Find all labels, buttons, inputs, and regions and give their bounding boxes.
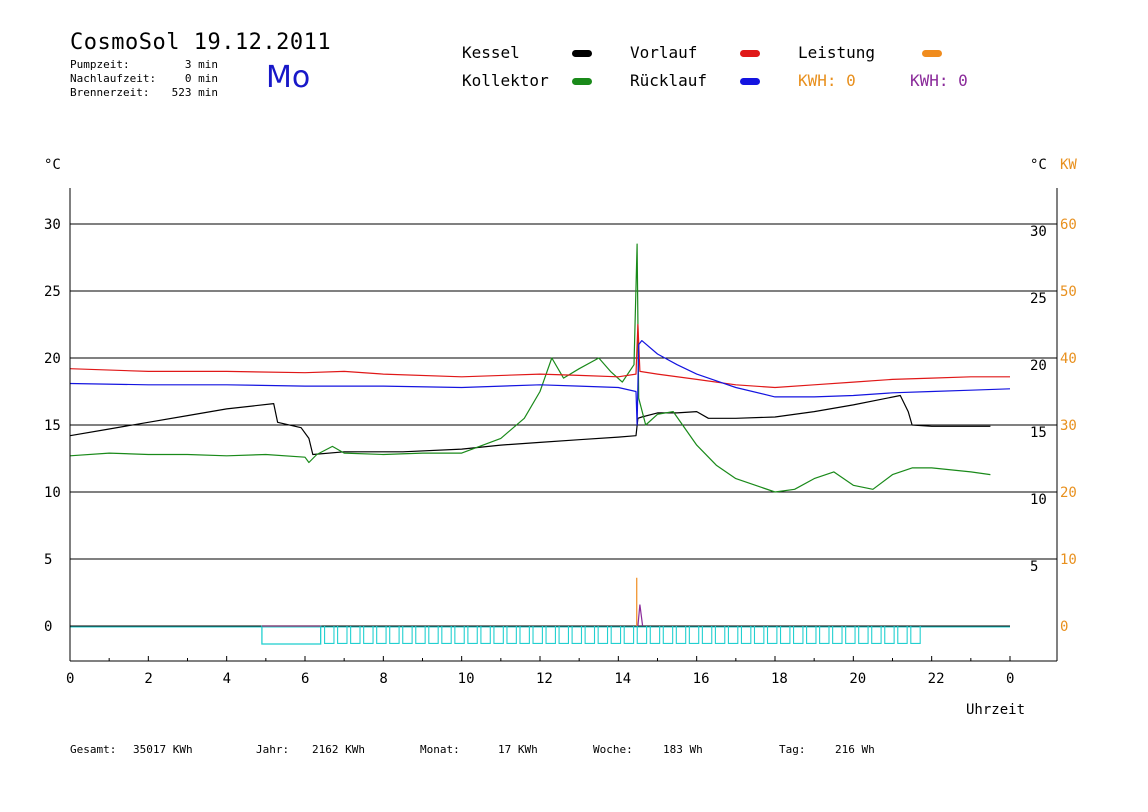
burner-cycle-28 bbox=[688, 626, 700, 644]
y-tick-label-left-15: 15 bbox=[44, 418, 61, 434]
burner-cycle-3 bbox=[363, 626, 374, 644]
burner-cycle-43 bbox=[884, 626, 895, 644]
burner-cycle-36 bbox=[793, 626, 804, 644]
total-label-monat: Monat: bbox=[420, 743, 460, 756]
burner-cycle-15 bbox=[519, 626, 530, 644]
total-value-gesamt: 35017 KWh bbox=[133, 743, 193, 756]
axis-layer: 0 05 5 1010 10 2015 15 3020 20 4025 25 5030 30 600 2 4 6… bbox=[44, 188, 1077, 687]
temperature-chart: 0 05 5 1010 10 2015 15 3020 20 4025 25 5030 30 600 2 4 6… bbox=[44, 188, 1077, 687]
y-tick-label-left-5: 5 bbox=[44, 552, 52, 568]
y-tick-label-left-10: 10 bbox=[44, 485, 61, 501]
burner-cycle-30 bbox=[714, 626, 726, 644]
burner-cycle-40 bbox=[845, 626, 856, 644]
x-tick-label-2: 4 bbox=[223, 671, 231, 687]
burner-cycle-35 bbox=[779, 626, 791, 644]
burner-cycle-11 bbox=[467, 626, 478, 644]
burner-cycle-14 bbox=[506, 626, 517, 644]
y-tick-label-left-25: 25 bbox=[44, 284, 61, 300]
burner-cycle-45 bbox=[910, 626, 921, 644]
burner-cycle-41 bbox=[858, 626, 869, 644]
burner-cycle-0 bbox=[324, 626, 335, 644]
burner-cycle-16 bbox=[532, 626, 543, 644]
burner-cycle-38 bbox=[819, 626, 830, 644]
burner-cycle-31 bbox=[727, 626, 739, 644]
x-tick-label-1: 2 bbox=[144, 671, 152, 687]
burner-cycle-25 bbox=[649, 626, 661, 644]
total-value-tag: 216 Wh bbox=[835, 743, 875, 756]
series-line-kollektor bbox=[69, 243, 991, 493]
x-tick-label-6: 12 bbox=[536, 671, 553, 687]
burner-cycle-24 bbox=[636, 626, 648, 644]
burner-cycle-21 bbox=[597, 626, 609, 644]
burner-cycle-44 bbox=[897, 626, 908, 644]
burner-cycle-32 bbox=[740, 626, 752, 644]
burner-cycle-2 bbox=[350, 626, 361, 644]
y-tick-label-right-25: 25 bbox=[1030, 291, 1047, 307]
burner-cycle-1 bbox=[337, 626, 348, 644]
series-line-vorlauf bbox=[69, 323, 1010, 389]
burner-cycle-5 bbox=[389, 626, 400, 644]
burner-cycle-12 bbox=[480, 626, 491, 644]
burner-cycle-18 bbox=[558, 626, 570, 644]
y-tick-label-right-20: 20 bbox=[1030, 358, 1047, 374]
x-tick-label-8: 16 bbox=[693, 671, 710, 687]
burner-cycle-17 bbox=[545, 626, 556, 644]
y-tick-label-left-20: 20 bbox=[44, 351, 61, 367]
x-tick-label-4: 8 bbox=[379, 671, 387, 687]
burner-cycle-22 bbox=[610, 626, 622, 644]
burner-cycle-9 bbox=[441, 626, 452, 644]
burner-cycle-20 bbox=[584, 626, 596, 644]
total-label-woche: Woche: bbox=[593, 743, 633, 756]
x-tick-label-11: 22 bbox=[928, 671, 945, 687]
total-label-jahr: Jahr: bbox=[256, 743, 290, 756]
series-line-rcklauf bbox=[69, 340, 1011, 426]
x-tick-label-9: 18 bbox=[771, 671, 788, 687]
total-value-monat: 17 KWh bbox=[498, 743, 538, 756]
x-tick-label-0: 0 bbox=[66, 671, 74, 687]
y-tick-label-left-30: 30 bbox=[44, 217, 61, 233]
x-tick-label-3: 6 bbox=[301, 671, 309, 687]
power-spike-purple bbox=[637, 604, 644, 627]
burner-cycle-10 bbox=[454, 626, 465, 644]
total-label-tag: Tag: bbox=[779, 743, 806, 756]
y2-power-tick-label-30: 30 bbox=[1060, 418, 1077, 434]
burner-cycle-4 bbox=[376, 626, 387, 644]
burner-cycle-8 bbox=[428, 626, 439, 644]
burner-cycle-19 bbox=[571, 626, 583, 644]
y-tick-label-right-10: 10 bbox=[1030, 492, 1047, 508]
burner-cycle-42 bbox=[871, 626, 882, 644]
burner-cycle-39 bbox=[832, 626, 843, 644]
x-tick-label-10: 20 bbox=[849, 671, 866, 687]
y2-power-tick-label-20: 20 bbox=[1060, 485, 1077, 501]
burner-cycle-37 bbox=[806, 626, 817, 644]
x-tick-label-5: 10 bbox=[458, 671, 475, 687]
total-value-woche: 183 Wh bbox=[663, 743, 703, 756]
burner-cycle-29 bbox=[701, 626, 713, 644]
y2-power-tick-label-50: 50 bbox=[1060, 284, 1077, 300]
x-tick-label-12: 0 bbox=[1006, 671, 1014, 687]
pump-layer bbox=[70, 625, 1010, 645]
y-tick-label-right-15: 15 bbox=[1030, 425, 1047, 441]
grid-layer bbox=[70, 223, 1057, 627]
burner-cycle-13 bbox=[493, 626, 504, 644]
series-layer bbox=[69, 243, 1011, 627]
y2-power-tick-label-0: 0 bbox=[1060, 619, 1068, 635]
y-tick-label-right-5: 5 bbox=[1030, 559, 1038, 575]
burner-cycle-6 bbox=[402, 626, 413, 644]
x-tick-label-7: 14 bbox=[614, 671, 631, 687]
burner-cycle-34 bbox=[766, 626, 778, 644]
burner-cycle-7 bbox=[415, 626, 426, 644]
burner-cycle-27 bbox=[675, 626, 687, 644]
burner-cycle-26 bbox=[662, 626, 674, 644]
total-value-jahr: 2162 KWh bbox=[312, 743, 365, 756]
y2-power-tick-label-40: 40 bbox=[1060, 351, 1077, 367]
burner-cycle-33 bbox=[753, 626, 765, 644]
y-tick-label-right-30: 30 bbox=[1030, 224, 1047, 240]
y2-power-tick-label-60: 60 bbox=[1060, 217, 1077, 233]
total-label-gesamt: Gesamt: bbox=[70, 743, 117, 756]
y-tick-label-left-0: 0 bbox=[44, 619, 52, 635]
y2-power-tick-label-10: 10 bbox=[1060, 552, 1077, 568]
burner-cycle-23 bbox=[623, 626, 635, 644]
pump-on-interval-0 bbox=[261, 625, 322, 645]
